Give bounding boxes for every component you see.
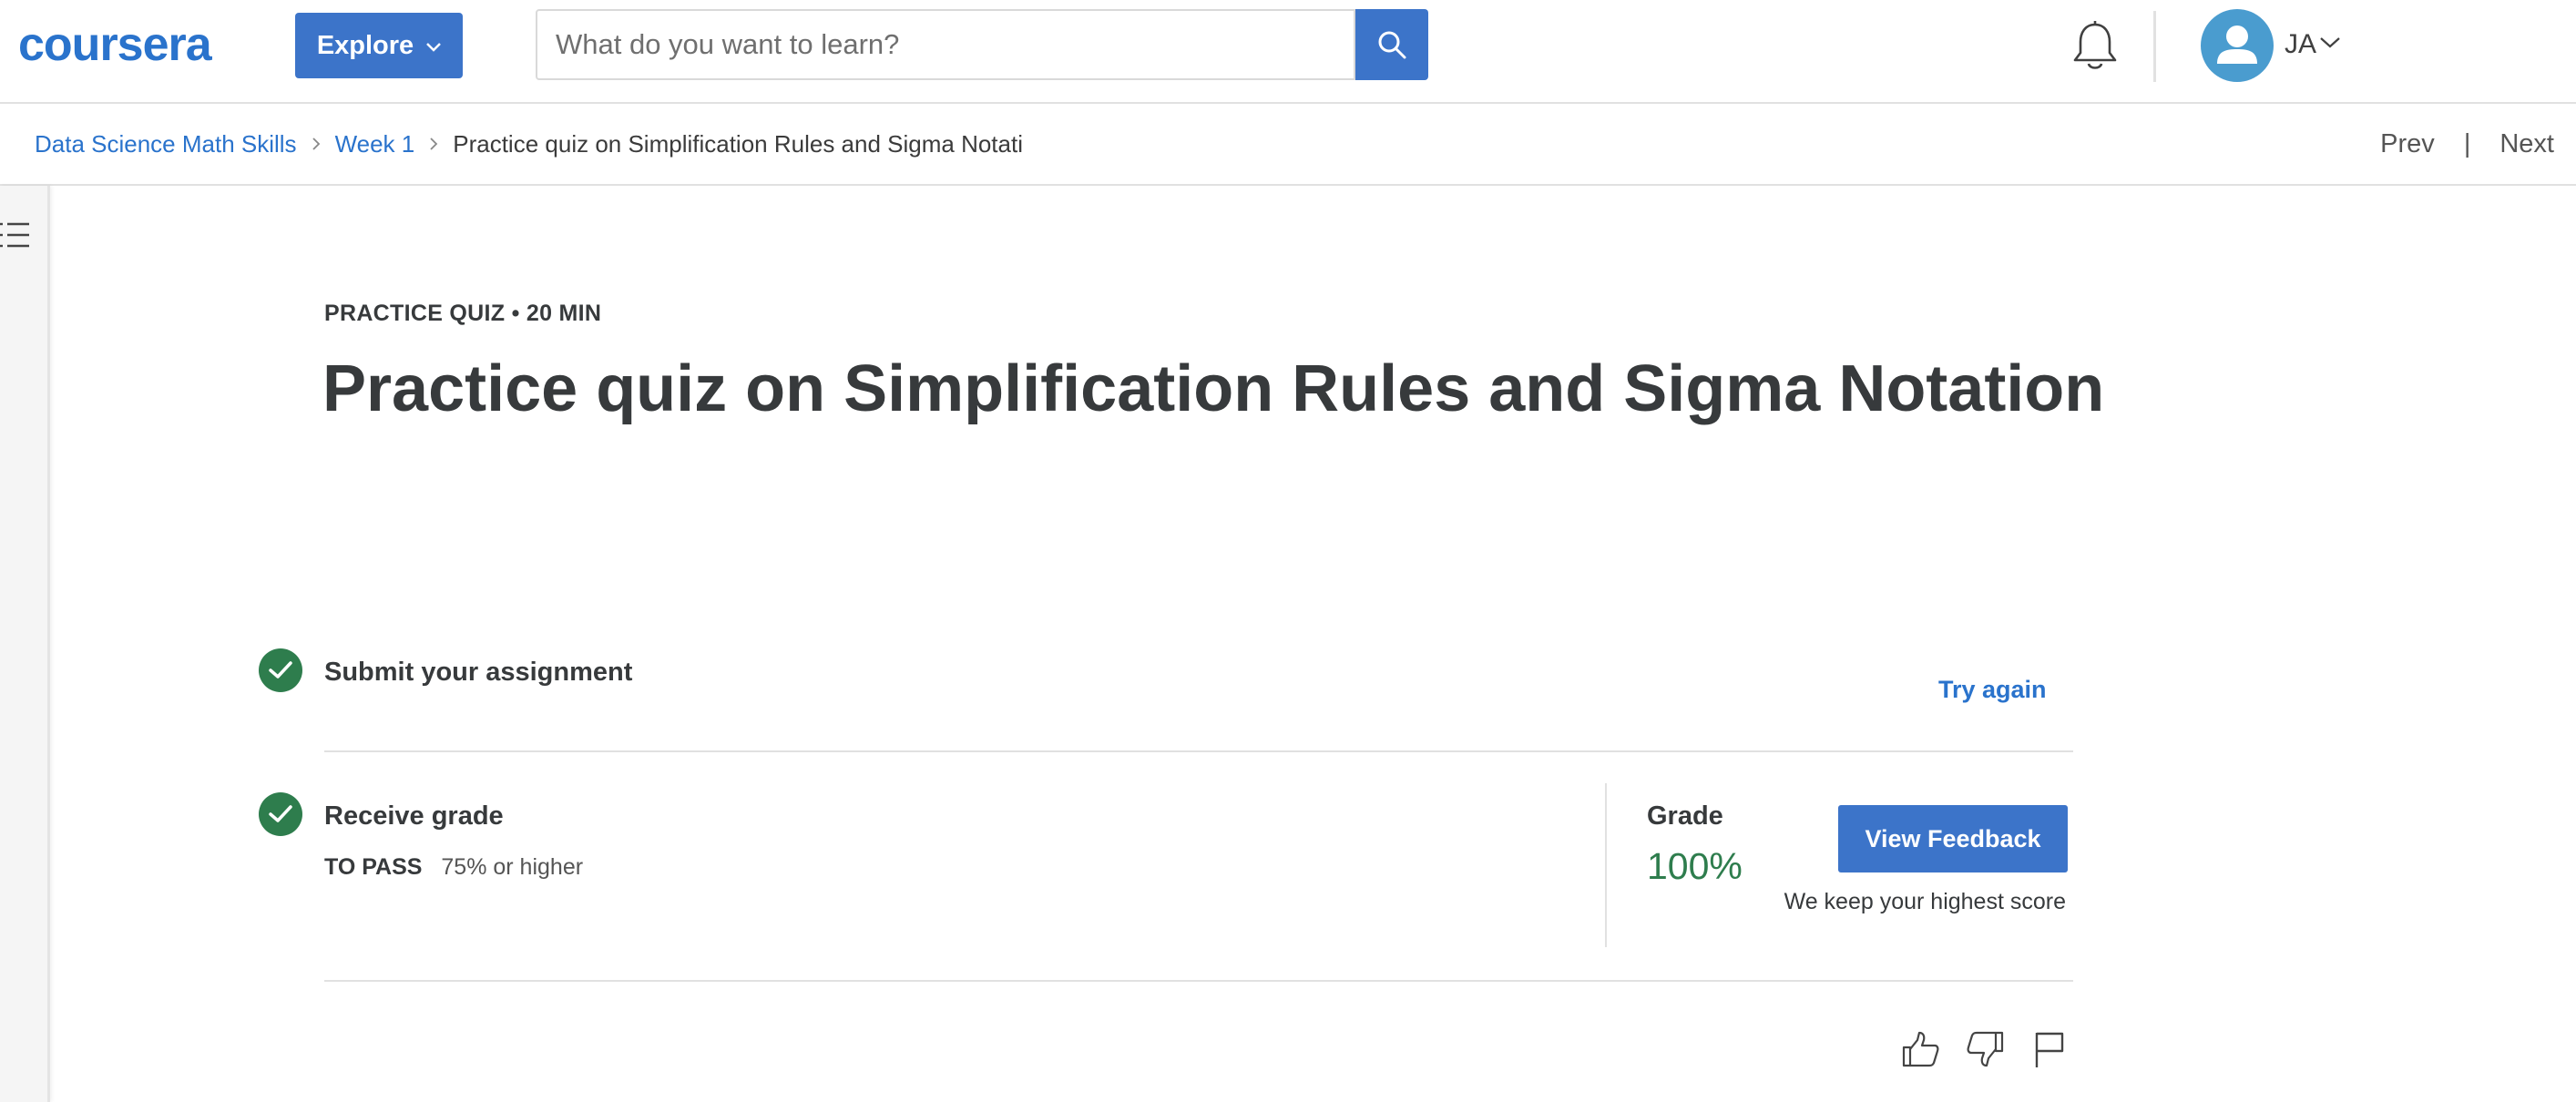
breadcrumb: Data Science Math Skills Week 1 Practice… <box>35 104 1023 184</box>
breadcrumb-bar: Data Science Math Skills Week 1 Practice… <box>0 104 2576 186</box>
highest-score-note: We keep your highest score <box>1784 889 2066 914</box>
bell-icon <box>2073 21 2117 69</box>
user-menu-chevron[interactable] <box>2319 36 2341 54</box>
chevron-down-icon <box>426 43 442 52</box>
submit-step-title: Submit your assignment <box>324 658 633 687</box>
check-icon <box>269 661 292 679</box>
search-input[interactable] <box>536 9 1355 80</box>
page-title: Practice quiz on Simplification Rules an… <box>322 352 2105 425</box>
dislike-button[interactable] <box>1966 1029 2006 1074</box>
list-menu-icon <box>0 222 29 248</box>
chevron-right-icon <box>312 137 321 151</box>
breadcrumb-current: Practice quiz on Simplification Rules an… <box>453 129 1023 158</box>
grade-label: Grade <box>1647 801 1723 831</box>
thumbs-down-icon <box>1967 1031 2004 1067</box>
grade-step-title: Receive grade <box>324 801 504 831</box>
header-divider <box>2153 11 2156 82</box>
coursera-logo[interactable]: coursera <box>18 18 255 74</box>
search-button[interactable] <box>1355 9 1428 80</box>
prev-link[interactable]: Prev <box>2380 129 2435 159</box>
divider <box>324 750 2073 752</box>
grade-divider <box>1605 783 1607 947</box>
submit-status-check <box>259 648 302 692</box>
check-icon <box>269 805 292 822</box>
pass-requirement: TO PASS 75% or higher <box>324 854 583 881</box>
pass-value: 75% or higher <box>441 854 584 880</box>
explore-button[interactable]: Explore <box>295 13 463 78</box>
breadcrumb-course[interactable]: Data Science Math Skills <box>35 130 297 158</box>
nav-separator: | <box>2463 128 2471 158</box>
pass-label: TO PASS <box>324 854 423 880</box>
explore-label: Explore <box>316 30 414 60</box>
thumbs-up-icon <box>1902 1031 1939 1067</box>
view-feedback-button[interactable]: View Feedback <box>1838 805 2068 872</box>
quiz-kicker: PRACTICE QUIZ • 20 MIN <box>324 301 602 326</box>
notifications-button[interactable] <box>2071 20 2119 77</box>
user-initials[interactable]: JA <box>2285 29 2316 60</box>
chevron-down-icon <box>2320 37 2340 48</box>
user-icon <box>2217 26 2257 64</box>
grade-value: 100% <box>1647 845 1743 887</box>
toggle-outline-button[interactable] <box>0 217 31 258</box>
side-rail <box>0 186 50 1102</box>
next-link[interactable]: Next <box>2499 129 2554 159</box>
try-again-link[interactable]: Try again <box>1938 676 2047 704</box>
logo-text: coursera <box>18 18 213 69</box>
grade-status-check <box>259 792 302 836</box>
avatar[interactable] <box>2201 9 2274 82</box>
chevron-right-icon <box>429 137 438 151</box>
prev-next-nav: Prev | Next <box>2380 104 2554 184</box>
top-navigation-bar: coursera Explore JA <box>0 0 2576 104</box>
report-button[interactable] <box>2031 1029 2068 1074</box>
like-button[interactable] <box>1900 1029 1940 1074</box>
breadcrumb-week[interactable]: Week 1 <box>335 130 415 158</box>
divider <box>324 980 2073 982</box>
flag-icon <box>2035 1032 2064 1067</box>
search-icon <box>1378 31 1406 59</box>
